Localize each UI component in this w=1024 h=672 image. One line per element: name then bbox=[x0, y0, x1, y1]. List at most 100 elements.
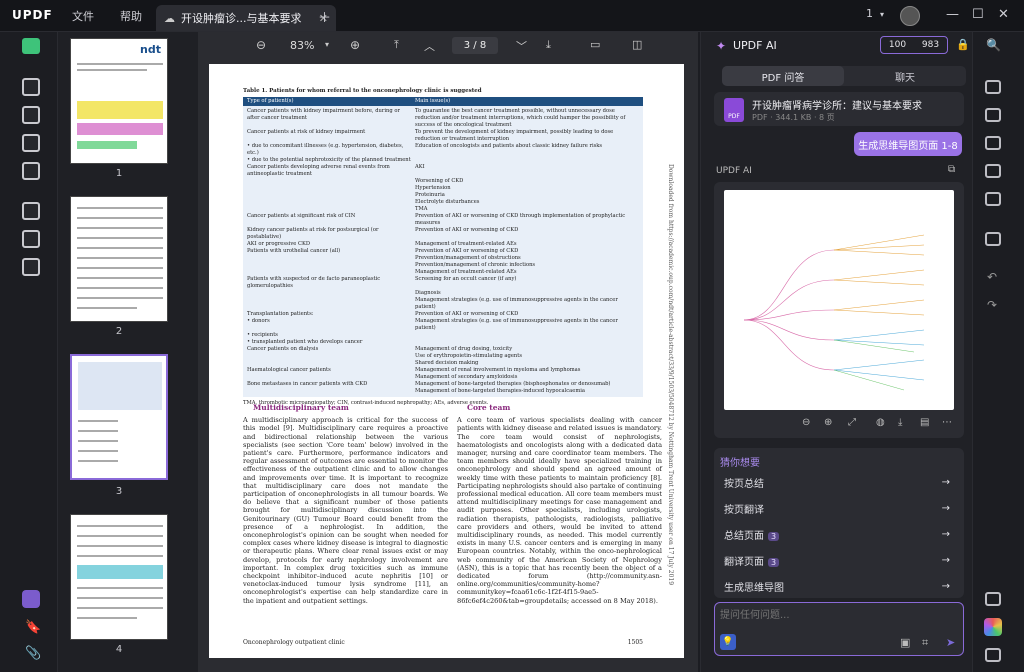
suggestion-summarize-page[interactable]: 总结页面 3 → bbox=[724, 527, 950, 542]
export-icon[interactable]: ▤ bbox=[920, 417, 929, 428]
zoom-out-icon[interactable]: ⊖ bbox=[256, 38, 266, 52]
thumbnail-page-4[interactable] bbox=[70, 514, 168, 640]
crop-icon[interactable]: ⌗ bbox=[922, 636, 928, 650]
zoom-level[interactable]: 83% bbox=[290, 39, 314, 52]
thumbnail-page-2[interactable] bbox=[70, 196, 168, 322]
previous-page-icon[interactable]: ︿ bbox=[424, 38, 435, 54]
suggestion-summarize-by-page[interactable]: 按页总结 → bbox=[724, 475, 950, 490]
more-icon[interactable]: ⋯ bbox=[942, 417, 952, 428]
mail-icon[interactable] bbox=[985, 192, 1001, 206]
zoom-in-icon[interactable]: ⊕ bbox=[824, 417, 832, 428]
table-row: Haematological cancer patients Management… bbox=[247, 367, 639, 374]
thumbnail-page-3[interactable] bbox=[70, 354, 168, 480]
undo-icon[interactable]: ↶ bbox=[987, 270, 997, 284]
menu-help[interactable]: 帮助 bbox=[120, 8, 142, 24]
suggestion-translate-by-page[interactable]: 按页翻译 → bbox=[724, 501, 950, 516]
search-icon[interactable]: 🔍 bbox=[986, 38, 1001, 52]
thumbnail-page-1[interactable]: ndt bbox=[70, 38, 168, 164]
download-icon[interactable]: ⤓ bbox=[898, 417, 902, 428]
image-icon[interactable]: ▣ bbox=[900, 636, 910, 649]
tab-chat[interactable]: 聊天 bbox=[844, 66, 966, 86]
table-cell: AKI bbox=[415, 164, 425, 170]
table-cell: To prevent the development of kidney imp… bbox=[415, 129, 614, 142]
page-layout-icon[interactable]: ◫ bbox=[632, 38, 642, 51]
table-row: Hypertension bbox=[247, 185, 639, 192]
suggestion-label: 总结页面 bbox=[724, 531, 764, 542]
menu-file[interactable]: 文件 bbox=[72, 8, 94, 24]
send-icon[interactable]: ➤ bbox=[946, 636, 955, 649]
chevron-down-icon[interactable]: ▾ bbox=[880, 10, 884, 19]
layers-icon[interactable] bbox=[22, 590, 40, 608]
protect-icon[interactable] bbox=[985, 136, 1001, 150]
bookmark-icon[interactable]: 🔖 bbox=[25, 620, 41, 635]
table-cell bbox=[247, 290, 415, 297]
close-window-button[interactable]: ✕ bbox=[998, 7, 1009, 22]
table-cell: Cancer patients at risk of kidney impair… bbox=[247, 129, 366, 135]
share-icon[interactable] bbox=[985, 164, 1001, 178]
maximize-button[interactable]: ☐ bbox=[972, 7, 984, 22]
protect-tool-icon[interactable] bbox=[22, 258, 40, 276]
page-indicator[interactable]: 3 / 8 bbox=[452, 37, 498, 54]
patients-table: Table 1. Patients for whom referral to t… bbox=[243, 88, 643, 407]
reader-mode-icon[interactable] bbox=[22, 38, 40, 54]
table-row: Cancer patients with kidney impairment b… bbox=[247, 108, 639, 129]
presentation-icon[interactable]: ▭ bbox=[590, 38, 600, 51]
table-cell bbox=[247, 255, 415, 262]
table-cell: Management of renal involvement in myelo… bbox=[415, 367, 581, 373]
mindmap-preview[interactable] bbox=[724, 190, 954, 410]
zoom-in-icon[interactable]: ⊕ bbox=[350, 38, 360, 52]
chat-icon[interactable] bbox=[985, 648, 1001, 662]
table-cell: Prevention/management of chronic infecti… bbox=[415, 262, 536, 268]
suggestion-generate-mindmap[interactable]: 生成思维导图 → bbox=[724, 579, 950, 594]
table-row: • due to concomitant illnesses (e.g. hyp… bbox=[247, 143, 639, 157]
minimize-button[interactable]: — bbox=[946, 7, 959, 22]
ai-panel-title: UPDF AI bbox=[733, 39, 777, 52]
zoom-out-icon[interactable]: ⊖ bbox=[802, 417, 810, 428]
thumbnail-label: 3 bbox=[115, 486, 123, 497]
table-cell: To guarantee the best cancer treatment p… bbox=[415, 108, 626, 128]
fit-icon[interactable]: ⤢ bbox=[848, 417, 856, 428]
copy-icon[interactable]: ⧉ bbox=[948, 164, 955, 175]
zoom-dropdown-icon[interactable]: ▾ bbox=[325, 40, 329, 49]
table-cell: Bone metastases in cancer patients with … bbox=[247, 381, 368, 387]
globe-icon[interactable]: ◍ bbox=[876, 417, 885, 428]
form-tool-icon[interactable] bbox=[22, 134, 40, 152]
right-tool-sidebar bbox=[972, 32, 1024, 672]
pdf-page[interactable]: Table 1. Patients for whom referral to t… bbox=[209, 64, 684, 658]
table-cell bbox=[415, 339, 639, 346]
ocr-icon[interactable] bbox=[985, 80, 1001, 94]
convert-icon[interactable] bbox=[985, 108, 1001, 122]
ai-assistant-icon[interactable] bbox=[984, 618, 1002, 636]
attachment-icon[interactable]: 📎 bbox=[25, 646, 41, 661]
organize-pages-icon[interactable] bbox=[22, 202, 40, 220]
lightbulb-icon[interactable]: 💡 bbox=[720, 634, 736, 650]
credits-badge[interactable]: 100 983 bbox=[880, 36, 948, 54]
convert-tool-icon[interactable] bbox=[22, 162, 40, 180]
table-row: Patients with urothelial cancer (all) Pre… bbox=[247, 248, 639, 255]
document-tab[interactable]: ☁ 开设肿瘤诊...与基本要求 ✕ bbox=[156, 5, 336, 31]
first-page-icon[interactable]: ⤒ bbox=[394, 38, 399, 52]
table-cell: • due to concomitant illnesses (e.g. hyp… bbox=[247, 143, 404, 156]
lock-icon[interactable]: 🔒 bbox=[956, 38, 970, 51]
section-heading: Core team bbox=[467, 403, 511, 412]
table-cell: Cancer patients at significant risk of C… bbox=[247, 213, 356, 219]
suggestion-translate-page[interactable]: 翻译页面 3 → bbox=[724, 553, 950, 568]
translate-icon[interactable] bbox=[985, 592, 1001, 606]
table-row: Use of erythropoietin-stimulating agents bbox=[247, 353, 639, 360]
avatar[interactable] bbox=[900, 6, 920, 26]
next-page-icon[interactable]: ﹀ bbox=[516, 38, 527, 54]
comment-tool-icon[interactable] bbox=[22, 78, 40, 96]
table-row: AKI or progressive CKD Management of trea… bbox=[247, 241, 639, 248]
crop-tool-icon[interactable] bbox=[22, 230, 40, 248]
ai-question-input[interactable] bbox=[720, 606, 956, 624]
new-tab-button[interactable]: ＋ bbox=[318, 7, 331, 26]
generate-mindmap-button[interactable]: 生成思维导图页面 1-8 bbox=[854, 132, 962, 156]
left-tool-sidebar bbox=[0, 32, 58, 672]
table-cell bbox=[247, 178, 415, 185]
save-icon[interactable] bbox=[985, 232, 1001, 246]
redo-icon[interactable]: ↷ bbox=[987, 298, 997, 312]
last-page-icon[interactable]: ⤓ bbox=[546, 38, 551, 52]
tab-pdf-qa[interactable]: PDF 问答 bbox=[722, 66, 844, 86]
table-cell bbox=[247, 374, 415, 381]
edit-tool-icon[interactable] bbox=[22, 106, 40, 124]
